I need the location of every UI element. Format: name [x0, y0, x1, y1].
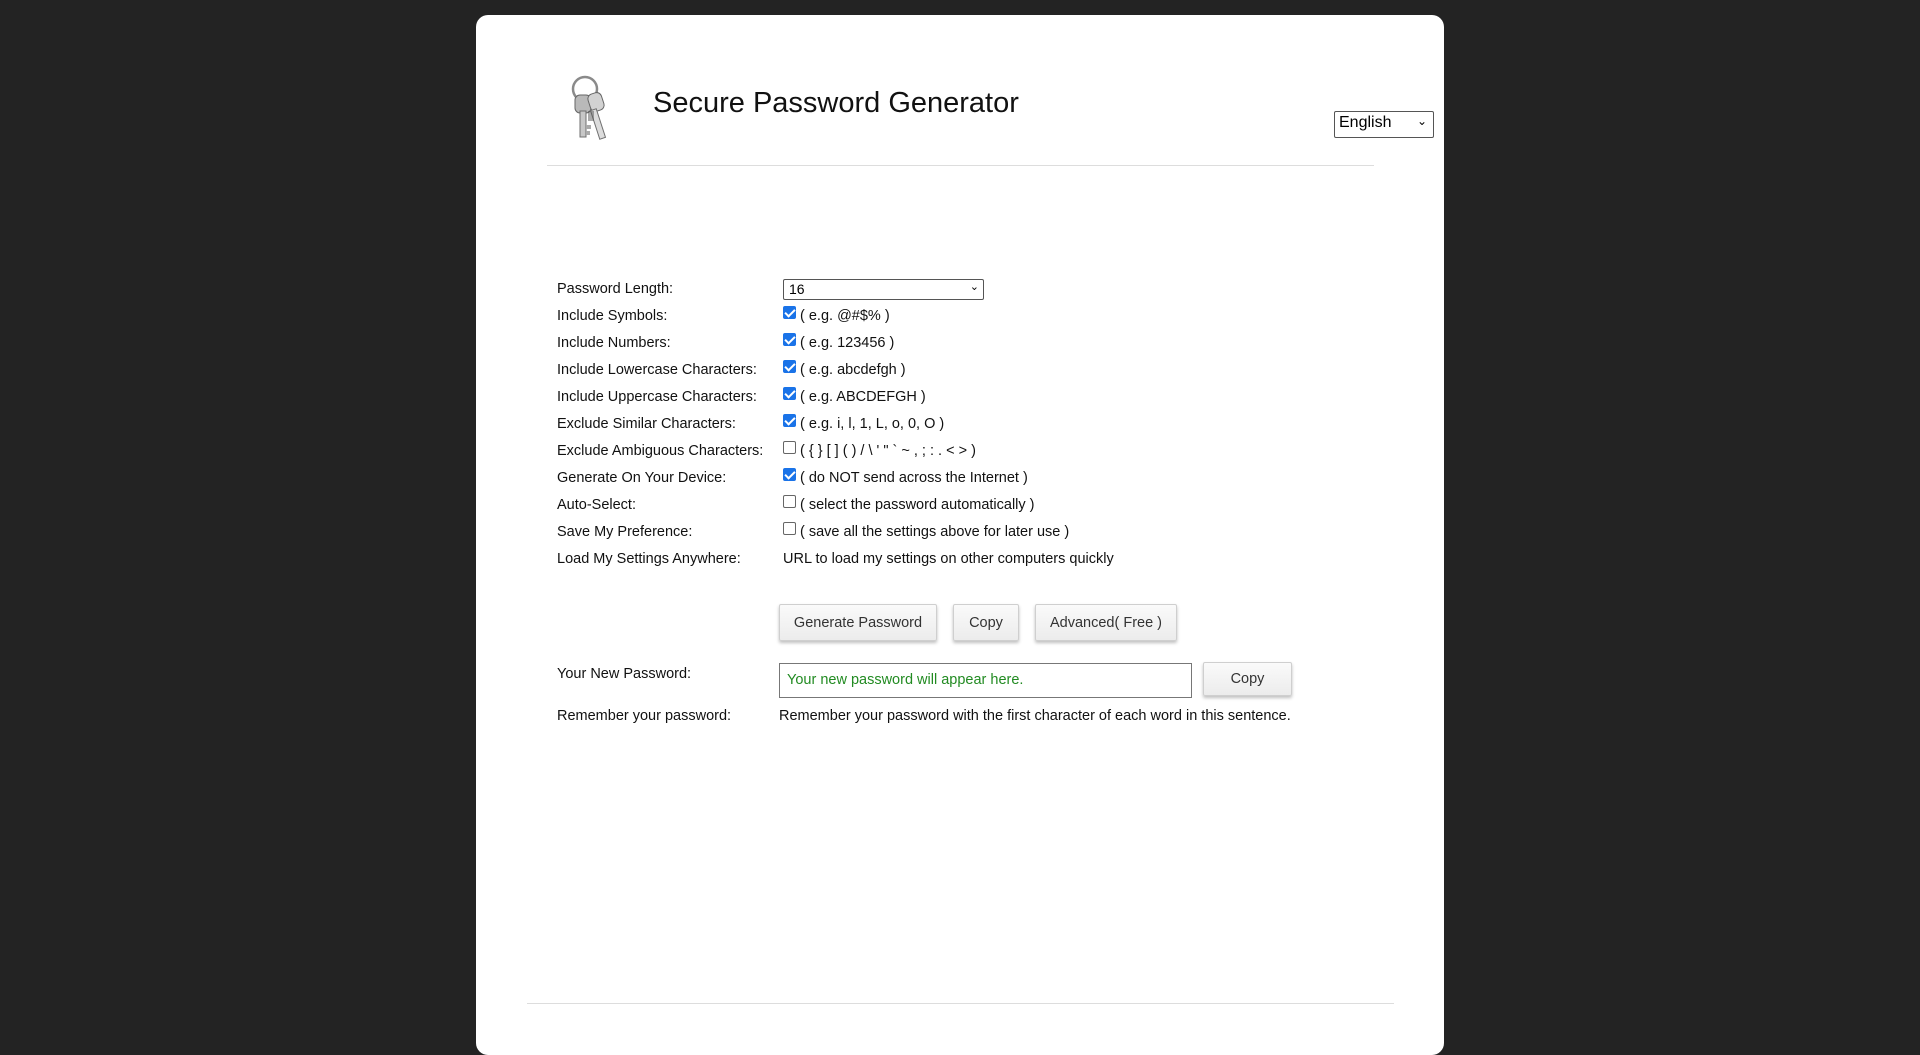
generate-password-button[interactable]: Generate Password: [779, 604, 937, 641]
generate-on-device-checkbox[interactable]: [783, 468, 796, 481]
option-hint: ( save all the settings above for later …: [800, 523, 1070, 540]
save-preference-checkbox[interactable]: [783, 522, 796, 535]
option-label: Exclude Similar Characters:: [557, 416, 736, 432]
option-row-symbols: Include Symbols: ( e.g. @#$% ): [557, 302, 1317, 329]
advanced-button[interactable]: Advanced( Free ): [1035, 604, 1177, 641]
option-label: Include Symbols:: [557, 308, 668, 324]
option-hint: ( e.g. @#$% ): [800, 307, 890, 324]
copy-button[interactable]: Copy: [953, 604, 1019, 641]
option-hint: ( select the password automatically ): [800, 496, 1035, 513]
auto-select-checkbox[interactable]: [783, 495, 796, 508]
option-row-autoselect: Auto-Select: ( select the password autom…: [557, 491, 1317, 518]
language-select-value: English: [1339, 114, 1392, 131]
exclude-ambiguous-checkbox[interactable]: [783, 441, 796, 454]
language-select[interactable]: English ⌄: [1334, 111, 1434, 138]
remember-password-label: Remember your password:: [557, 708, 732, 724]
password-length-row: Password Length: 16 ⌄: [557, 275, 1317, 302]
option-label: Exclude Ambiguous Characters:: [557, 443, 764, 459]
copy-password-button[interactable]: Copy: [1203, 662, 1292, 696]
option-row-uppercase: Include Uppercase Characters: ( e.g. ABC…: [557, 383, 1317, 410]
option-row-device: Generate On Your Device: ( do NOT send a…: [557, 464, 1317, 491]
option-hint: ( e.g. abcdefgh ): [800, 361, 906, 378]
password-length-value: 16: [789, 281, 805, 297]
option-label: Include Uppercase Characters:: [557, 389, 757, 405]
option-row-numbers: Include Numbers: ( e.g. 123456 ): [557, 329, 1317, 356]
option-row-similar: Exclude Similar Characters: ( e.g. i, l,…: [557, 410, 1317, 437]
option-row-preference: Save My Preference: ( save all the setti…: [557, 518, 1317, 545]
include-symbols-checkbox[interactable]: [783, 306, 796, 319]
load-settings-row: Load My Settings Anywhere: URL to load m…: [557, 545, 1317, 572]
option-label: Save My Preference:: [557, 524, 693, 540]
option-hint: ( e.g. 123456 ): [800, 334, 895, 351]
option-row-lowercase: Include Lowercase Characters: ( e.g. abc…: [557, 356, 1317, 383]
option-row-ambiguous: Exclude Ambiguous Characters: ( { } [ ] …: [557, 437, 1317, 464]
page-header: Secure Password Generator English ⌄: [547, 73, 1434, 166]
new-password-field[interactable]: Your new password will appear here.: [779, 663, 1192, 698]
option-label: Auto-Select:: [557, 497, 636, 513]
keys-icon: [559, 73, 619, 143]
load-settings-label: Load My Settings Anywhere:: [557, 551, 741, 567]
main-card: Secure Password Generator English ⌄ Pass…: [476, 15, 1444, 1055]
chevron-down-icon: ⌄: [1416, 114, 1427, 128]
include-numbers-checkbox[interactable]: [783, 333, 796, 346]
chevron-down-icon: ⌄: [969, 281, 979, 293]
exclude-similar-checkbox[interactable]: [783, 414, 796, 427]
include-lowercase-checkbox[interactable]: [783, 360, 796, 373]
remember-password-sentence: Remember your password with the first ch…: [779, 708, 1291, 724]
option-hint: ( { } [ ] ( ) / \ ' " ` ~ , ; : . < > ): [800, 442, 976, 459]
include-uppercase-checkbox[interactable]: [783, 387, 796, 400]
option-label: Generate On Your Device:: [557, 470, 727, 486]
load-settings-link[interactable]: URL to load my settings on other compute…: [783, 551, 1114, 567]
password-length-select[interactable]: 16 ⌄: [783, 279, 984, 300]
page-title: Secure Password Generator: [653, 87, 1019, 119]
option-hint: ( do NOT send across the Internet ): [800, 469, 1028, 486]
option-hint: ( e.g. ABCDEFGH ): [800, 388, 926, 405]
new-password-label: Your New Password:: [557, 666, 692, 682]
option-label: Include Numbers:: [557, 335, 671, 351]
password-length-label: Password Length:: [557, 281, 674, 297]
option-hint: ( e.g. i, l, 1, L, o, 0, O ): [800, 415, 945, 432]
option-label: Include Lowercase Characters:: [557, 362, 757, 378]
footer-divider: [527, 1003, 1394, 1004]
